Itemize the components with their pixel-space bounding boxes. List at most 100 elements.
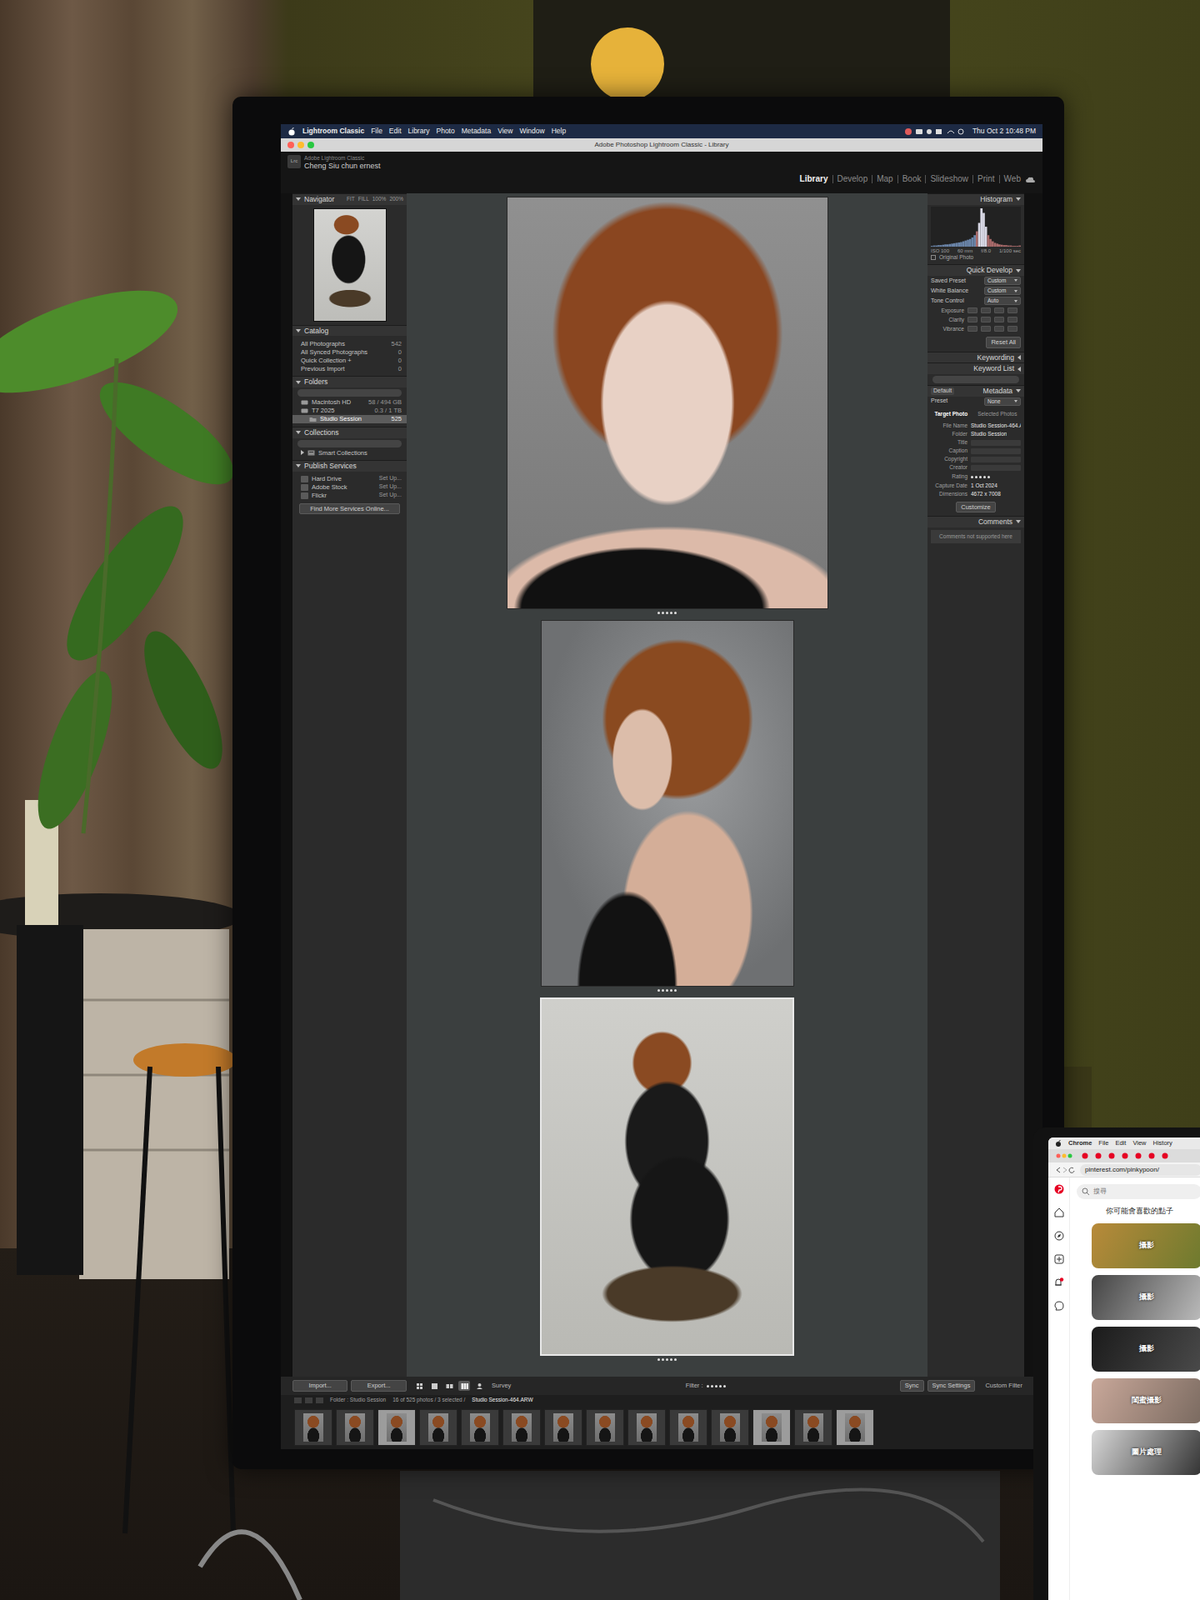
- disclosure-triangle-icon[interactable]: [1015, 520, 1021, 524]
- idea-tile[interactable]: 攝影: [1091, 1223, 1200, 1269]
- adjust-button[interactable]: [967, 325, 978, 332]
- idea-tile[interactable]: 攝影: [1091, 1275, 1200, 1320]
- adjust-button[interactable]: [994, 307, 1005, 314]
- menu-item[interactable]: Chrome: [1068, 1138, 1092, 1148]
- menu-item[interactable]: View: [1132, 1138, 1146, 1148]
- empty-field[interactable]: [970, 456, 1021, 463]
- idea-tile[interactable]: 閨蜜攝影: [1091, 1378, 1200, 1424]
- disclosure-triangle-icon[interactable]: [295, 430, 301, 435]
- filmstrip-thumb[interactable]: [752, 1409, 791, 1446]
- metadata-tab[interactable]: Selected Photos: [975, 410, 1019, 419]
- module-tab[interactable]: Develop: [832, 175, 873, 184]
- filmstrip-thumb[interactable]: [835, 1409, 875, 1446]
- adjust-button[interactable]: [967, 316, 978, 323]
- field-value[interactable]: 4672 x 7008: [970, 490, 1001, 498]
- preset-dropdown[interactable]: None: [984, 397, 1021, 406]
- keyword-filter-field[interactable]: [932, 375, 1020, 384]
- panel-header[interactable]: Comments: [927, 515, 1025, 528]
- menu-item[interactable]: Edit: [1115, 1138, 1126, 1148]
- view-mode-button[interactable]: [413, 1380, 425, 1391]
- filmstrip-source[interactable]: Folder : Studio Session: [330, 1396, 386, 1404]
- export-button[interactable]: Export...: [350, 1380, 407, 1391]
- collection-filter-field[interactable]: [297, 440, 402, 448]
- page-button[interactable]: [294, 1397, 302, 1404]
- filmstrip-thumb[interactable]: [460, 1409, 500, 1446]
- folder-item[interactable]: Studio Session525: [292, 415, 407, 424]
- panel-header[interactable]: Quick Develop: [927, 264, 1025, 276]
- view-mode-button[interactable]: [473, 1380, 485, 1391]
- empty-field[interactable]: [970, 465, 1021, 471]
- publish-service[interactable]: Adobe StockSet Up...: [292, 483, 407, 492]
- photo[interactable]: [540, 997, 795, 1356]
- disclosure-triangle-icon[interactable]: [295, 464, 301, 468]
- menu-item[interactable]: File: [1098, 1138, 1109, 1148]
- empty-field[interactable]: [970, 448, 1021, 455]
- disclosure-triangle-icon[interactable]: [300, 450, 305, 455]
- window-button-icon[interactable]: [307, 141, 315, 149]
- disclosure-triangle-icon[interactable]: [295, 380, 301, 385]
- setup-link[interactable]: Set Up...: [379, 491, 402, 500]
- filmstrip-thumb[interactable]: [544, 1409, 583, 1446]
- menu-item[interactable]: View: [497, 126, 513, 136]
- panel-header[interactable]: Folders: [292, 375, 407, 388]
- disclosure-triangle-icon[interactable]: [295, 197, 301, 201]
- setup-link[interactable]: Set Up...: [379, 483, 402, 491]
- menu-item[interactable]: Edit: [389, 126, 402, 136]
- filmstrip-thumb[interactable]: [419, 1409, 458, 1446]
- catalog-item[interactable]: All Photographs542: [292, 339, 407, 348]
- panel-header[interactable]: Catalog: [292, 325, 407, 337]
- panel-header[interactable]: Histogram: [927, 193, 1025, 205]
- sync-button[interactable]: Sync: [900, 1380, 925, 1391]
- app-menu[interactable]: Lightroom Classic: [302, 126, 365, 136]
- photo[interactable]: [506, 196, 829, 610]
- menu-item[interactable]: History: [1153, 1138, 1173, 1148]
- setting-dropdown[interactable]: Auto: [984, 296, 1021, 305]
- view-mode-button[interactable]: [428, 1380, 440, 1391]
- adjust-button[interactable]: [994, 325, 1005, 332]
- panel-header[interactable]: Keywording: [927, 351, 1025, 364]
- filmstrip-thumb[interactable]: [710, 1409, 750, 1446]
- search-field[interactable]: 搜尋: [1076, 1184, 1200, 1200]
- panel-header[interactable]: Collections: [292, 426, 407, 439]
- view-mode-button[interactable]: [443, 1380, 455, 1391]
- metadata-set-dropdown[interactable]: Default: [930, 387, 955, 395]
- custom-filter-dropdown[interactable]: Custom Filter: [985, 1381, 1023, 1390]
- adjust-button[interactable]: [1007, 307, 1018, 314]
- adjust-button[interactable]: [980, 316, 991, 323]
- publish-service[interactable]: FlickrSet Up...: [292, 491, 407, 500]
- idea-tile[interactable]: 攝影: [1091, 1326, 1200, 1372]
- menu-item[interactable]: Photo: [436, 126, 455, 136]
- module-tab[interactable]: Library: [795, 175, 833, 184]
- setup-link[interactable]: Set Up...: [379, 475, 402, 483]
- zoom-option[interactable]: 100%: [372, 195, 387, 203]
- zoom-option[interactable]: 200%: [389, 195, 404, 203]
- disclosure-triangle-icon[interactable]: [1017, 366, 1021, 372]
- menu-item[interactable]: Library: [408, 126, 430, 136]
- module-tab[interactable]: Print: [972, 175, 1000, 184]
- page-button[interactable]: [305, 1397, 313, 1404]
- catalog-item[interactable]: All Synced Photographs0: [292, 347, 407, 356]
- filmstrip-thumb[interactable]: [502, 1409, 541, 1446]
- panel-header[interactable]: DefaultMetadata: [927, 385, 1025, 397]
- module-tab[interactable]: Map: [871, 175, 897, 184]
- menu-item[interactable]: Window: [519, 126, 545, 136]
- idea-tile[interactable]: 圖片處理: [1091, 1430, 1200, 1475]
- folder-item[interactable]: T7 20250.3 / 1 TB: [292, 406, 407, 415]
- disclosure-triangle-icon[interactable]: [1015, 389, 1021, 393]
- reset-all-button[interactable]: Reset All: [985, 336, 1021, 348]
- empty-field[interactable]: [970, 440, 1021, 446]
- window-button-icon[interactable]: [287, 141, 295, 149]
- adjust-button[interactable]: [1007, 316, 1018, 323]
- module-tab[interactable]: Book: [897, 175, 926, 184]
- catalog-item[interactable]: Quick Collection +0: [292, 355, 407, 365]
- sync-settings-button[interactable]: Sync Settings: [927, 1380, 976, 1391]
- disclosure-triangle-icon[interactable]: [1017, 355, 1021, 360]
- panel-header[interactable]: Keyword List: [927, 362, 1025, 375]
- catalog-item[interactable]: Previous Import0: [292, 364, 407, 373]
- adjust-button[interactable]: [980, 307, 991, 314]
- folder-filter-field[interactable]: [297, 389, 402, 397]
- original-photo-option[interactable]: Original Photo: [927, 254, 1025, 265]
- disclosure-triangle-icon[interactable]: [295, 329, 301, 333]
- publish-service[interactable]: Hard DriveSet Up...: [292, 475, 407, 484]
- filmstrip-thumb[interactable]: [669, 1409, 708, 1446]
